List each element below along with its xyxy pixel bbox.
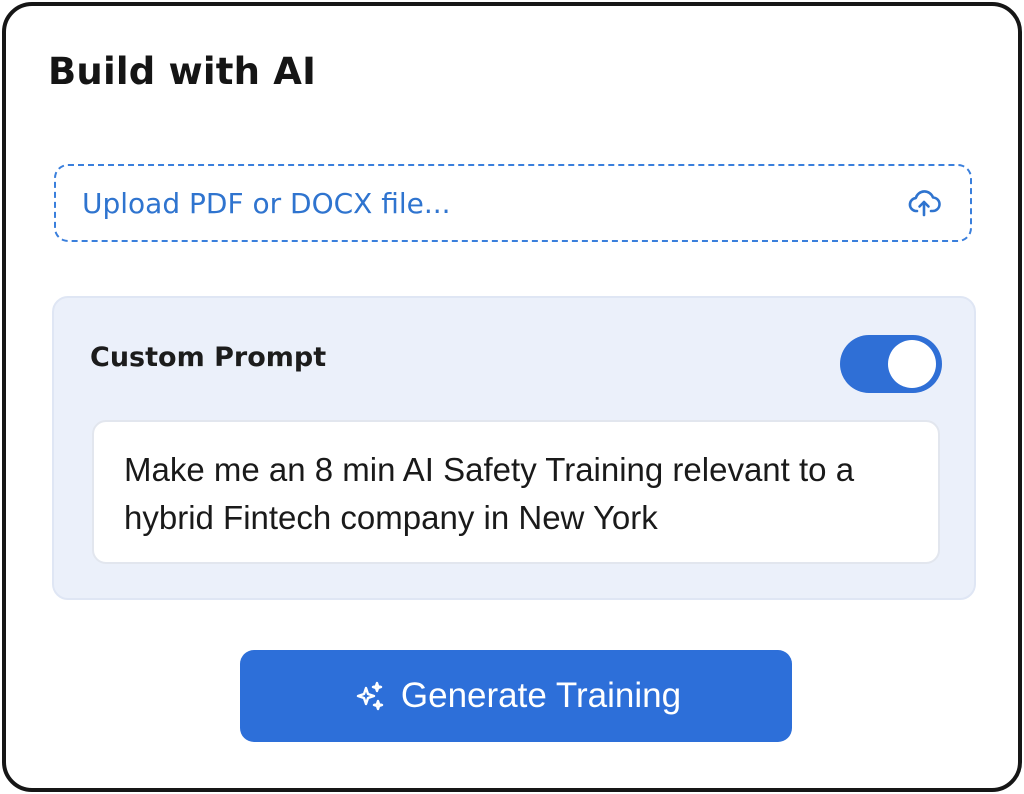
generate-training-button[interactable]: Generate Training: [240, 650, 792, 742]
sparkles-icon: [351, 678, 387, 714]
card-title: Build with AI: [48, 50, 317, 93]
custom-prompt-panel: Custom Prompt Make me an 8 min AI Safety…: [52, 296, 976, 600]
upload-label: Upload PDF or DOCX file...: [82, 186, 451, 220]
upload-file-dropzone[interactable]: Upload PDF or DOCX file...: [54, 164, 972, 242]
toggle-knob: [888, 340, 936, 388]
custom-prompt-toggle[interactable]: [840, 335, 942, 393]
custom-prompt-textarea[interactable]: Make me an 8 min AI Safety Training rele…: [92, 420, 940, 564]
custom-prompt-label: Custom Prompt: [90, 342, 327, 373]
generate-training-label: Generate Training: [400, 676, 682, 715]
build-with-ai-card: Build with AI Upload PDF or DOCX file...…: [2, 2, 1022, 792]
cloud-upload-icon[interactable]: [904, 183, 944, 223]
